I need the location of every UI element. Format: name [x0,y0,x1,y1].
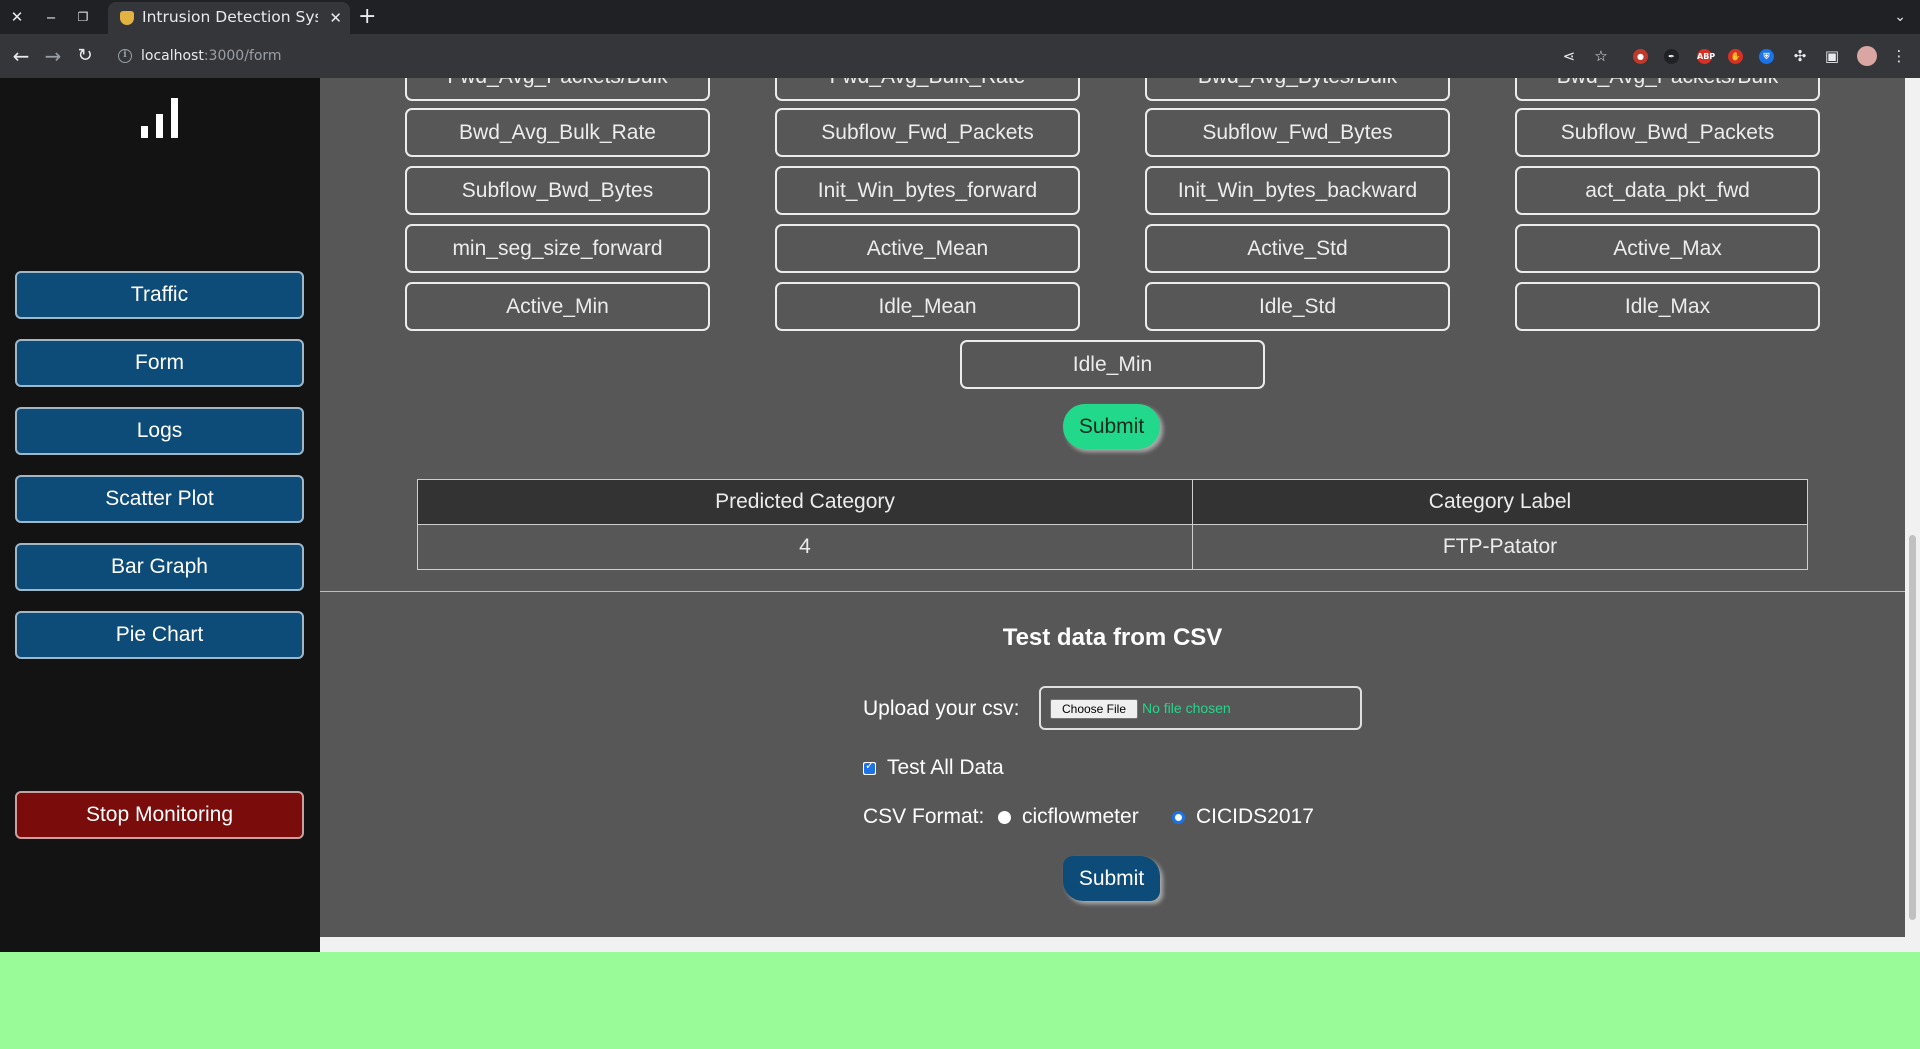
upload-label: Upload your csv: [863,697,1020,720]
category-label-cell: FTP-Patator [1192,524,1808,570]
csv-submit-button[interactable]: Submit [1063,856,1160,901]
tab-search-chevron-icon[interactable]: ⌄ [1894,0,1906,34]
new-tab-icon[interactable]: + [358,0,376,34]
radio-label-cicids2017: CICIDS2017 [1196,805,1314,828]
tab-title: Intrusion Detection Syst [142,8,318,26]
feature-input[interactable]: Init_Win_bytes_backward [1145,166,1450,215]
feature-input[interactable]: Fwd_Avg_Packets/Bulk [405,78,710,101]
feature-input[interactable]: Subflow_Bwd_Packets [1515,108,1820,157]
feature-input[interactable]: Active_Mean [775,224,1080,273]
feature-input[interactable]: Subflow_Fwd_Packets [775,108,1080,157]
horizontal-scrollbar[interactable] [320,937,1905,952]
test-all-checkbox[interactable]: ✓ [863,759,876,775]
close-window-icon[interactable]: ✕ [0,0,34,34]
browser-tab[interactable]: Intrusion Detection Syst ✕ [108,2,350,34]
feature-input[interactable]: act_data_pkt_fwd [1515,166,1820,215]
feature-input[interactable]: Init_Win_bytes_forward [775,166,1080,215]
address-bar[interactable]: localhost:3000/form [141,34,282,78]
table-header-row: Predicted Category Category Label [416,479,1808,525]
sidebar-item-form[interactable]: Form [15,339,304,387]
extension-icon-1[interactable]: ● [1633,49,1648,64]
test-all-label: Test All Data [887,756,1004,779]
sidebar: Traffic Form Logs Scatter Plot Bar Graph… [0,78,320,952]
table-row: 4 FTP-Patator [416,524,1808,570]
choose-file-button[interactable]: Choose File [1050,699,1138,719]
feature-input[interactable]: Subflow_Bwd_Bytes [405,166,710,215]
signal-bars-icon [141,98,181,138]
feature-input[interactable]: Idle_Mean [775,282,1080,331]
forward-icon[interactable]: → [38,34,68,78]
bookmark-star-icon[interactable]: ☆ [1593,48,1609,64]
extensions-puzzle-icon[interactable]: ✣ [1792,48,1808,64]
extension-icon-2[interactable]: ✒ [1664,49,1679,64]
profile-avatar[interactable] [1857,46,1877,66]
restore-icon[interactable]: ❐ [66,0,100,34]
vertical-scrollbar[interactable] [1905,78,1920,952]
reload-icon[interactable]: ↻ [70,34,100,78]
radio-cicflowmeter[interactable] [998,811,1011,824]
url-host: localhost [141,48,204,64]
tab-close-icon[interactable]: ✕ [329,2,342,34]
file-status-text: No file chosen [1142,700,1231,716]
feature-input[interactable]: Bwd_Avg_Packets/Bulk [1515,78,1820,101]
adblock-icon[interactable]: ABP [1697,49,1715,64]
sidebar-item-scatter-plot[interactable]: Scatter Plot [15,475,304,523]
back-icon[interactable]: ← [6,34,36,78]
sidebar-item-logs[interactable]: Logs [15,407,304,455]
sidebar-item-bar-graph[interactable]: Bar Graph [15,543,304,591]
scrollbar-thumb[interactable] [1909,535,1916,920]
form-submit-button[interactable]: Submit [1063,404,1160,449]
column-header: Category Label [1192,479,1808,525]
url-path: :3000/form [203,48,282,64]
feature-input[interactable]: Idle_Std [1145,282,1450,331]
feature-input[interactable]: Bwd_Avg_Bulk_Rate [405,108,710,157]
checkmark-icon: ✓ [865,759,875,772]
section-divider [320,591,1905,592]
browser-toolbar: ← → ↻ i localhost:3000/form ⋖ ☆ ● ✒ ABP … [0,34,1920,78]
feature-input[interactable]: Active_Max [1515,224,1820,273]
feature-input[interactable]: Active_Min [405,282,710,331]
side-panel-icon[interactable]: ▣ [1824,48,1840,64]
extension-icon-5[interactable]: ⛨ [1759,49,1774,64]
feature-input[interactable]: Bwd_Avg_Bytes/Bulk [1145,78,1450,101]
radio-label-cicflowmeter: cicflowmeter [1022,805,1139,828]
site-info-icon[interactable]: i [118,49,132,63]
shield-favicon-icon [120,11,134,25]
extension-icon-4[interactable]: ✋ [1728,49,1743,64]
stop-monitoring-button[interactable]: Stop Monitoring [15,791,304,839]
feature-input[interactable]: Idle_Max [1515,282,1820,331]
feature-input[interactable]: Active_Std [1145,224,1450,273]
main-content: Fwd_Avg_Packets/Bulk Fwd_Avg_Bulk_Rate B… [320,78,1905,952]
sidebar-item-traffic[interactable]: Traffic [15,271,304,319]
csv-file-input[interactable]: Choose File No file chosen [1039,686,1362,730]
prediction-table: Predicted Category Category Label 4 FTP-… [416,479,1808,570]
feature-input[interactable]: Idle_Min [960,340,1265,389]
page-viewport: Traffic Form Logs Scatter Plot Bar Graph… [0,78,1920,952]
radio-cicids2017[interactable] [1172,811,1185,824]
feature-input[interactable]: Subflow_Fwd_Bytes [1145,108,1450,157]
feature-input[interactable]: Fwd_Avg_Bulk_Rate [775,78,1080,101]
sidebar-item-pie-chart[interactable]: Pie Chart [15,611,304,659]
column-header: Predicted Category [416,479,1194,525]
feature-input[interactable]: min_seg_size_forward [405,224,710,273]
csv-section-title: Test data from CSV [1002,624,1223,651]
share-icon[interactable]: ⋖ [1561,48,1577,64]
csv-format-label: CSV Format: [863,805,985,828]
browser-tab-bar: ✕ ‒ ❐ Intrusion Detection Syst ✕ + ⌄ [0,0,1920,34]
predicted-category-cell: 4 [416,524,1194,570]
browser-menu-icon[interactable]: ⋮ [1891,48,1907,64]
minimize-icon[interactable]: ‒ [34,0,68,34]
